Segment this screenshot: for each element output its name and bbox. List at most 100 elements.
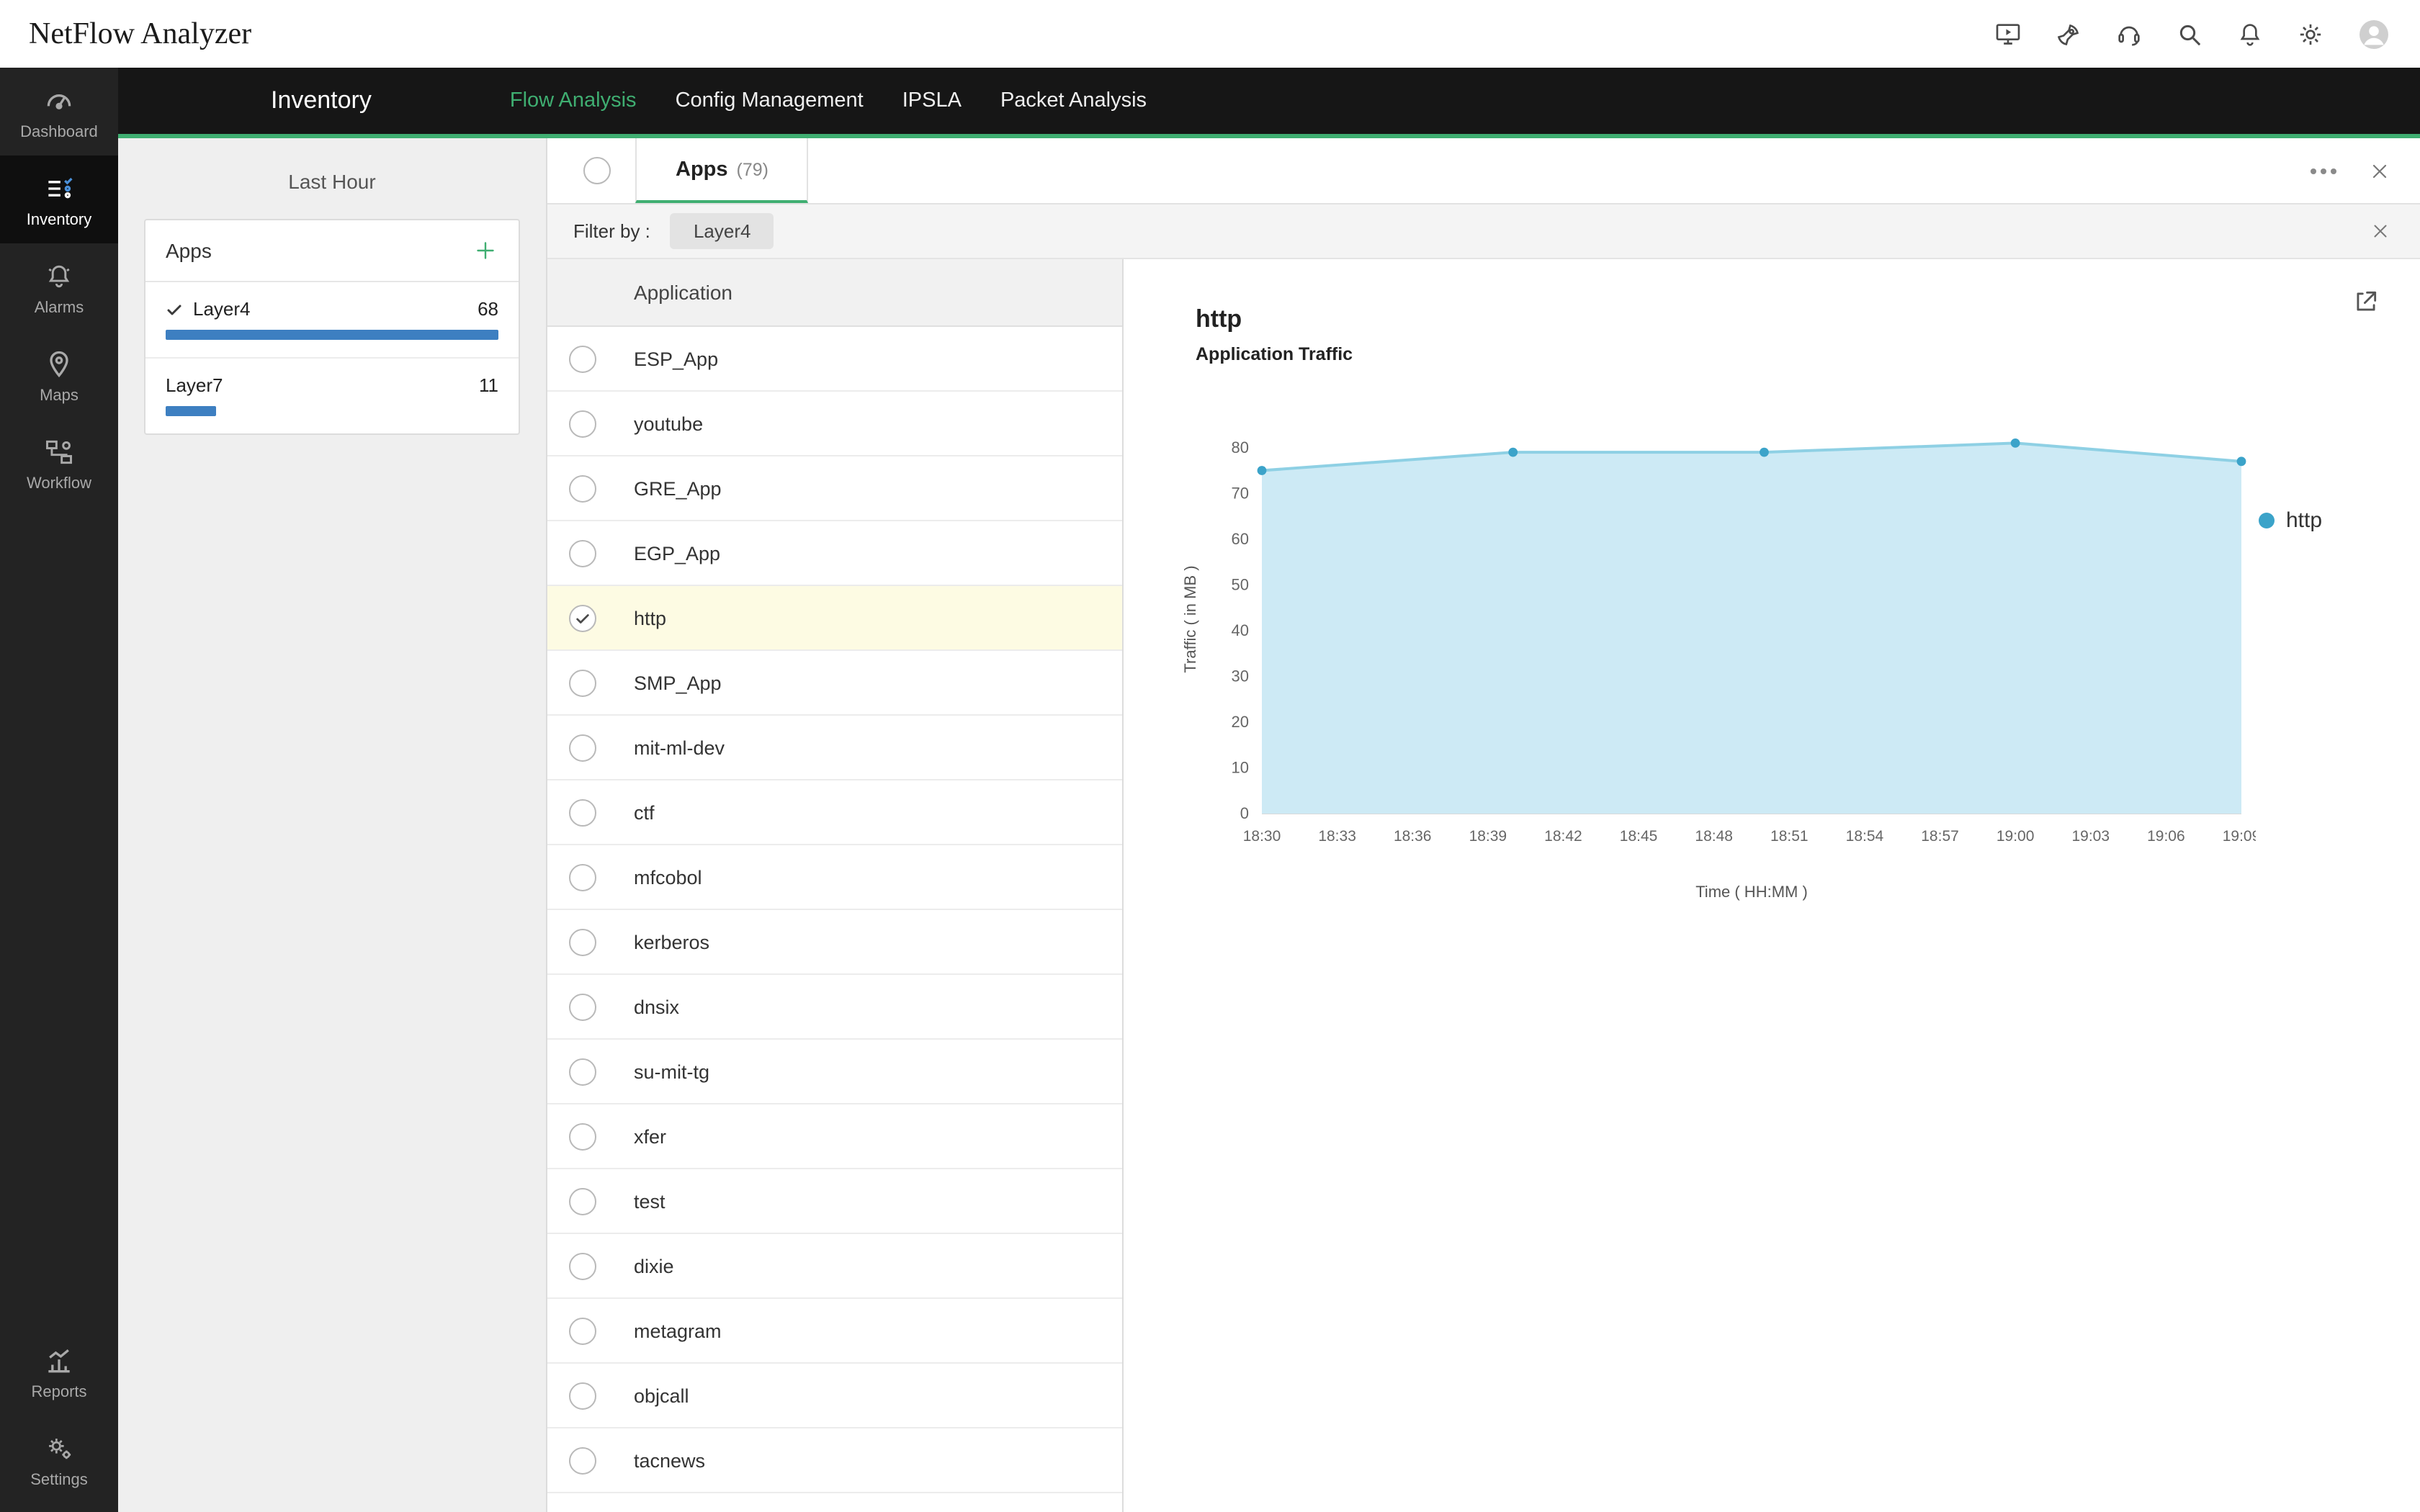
nav-tab-ipsla[interactable]: IPSLA bbox=[902, 89, 962, 112]
svg-text:18:30: 18:30 bbox=[1243, 828, 1281, 845]
topbar: NetFlow Analyzer bbox=[0, 0, 2420, 68]
table-row[interactable]: su-mit-tg bbox=[547, 1040, 1122, 1104]
sidebar-item-settings[interactable]: Settings bbox=[0, 1416, 118, 1503]
svg-text:18:51: 18:51 bbox=[1770, 828, 1809, 845]
traffic-area-chart: 0102030405060708018:3018:3318:3618:3918:… bbox=[1175, 402, 2256, 906]
row-radio[interactable] bbox=[569, 539, 596, 567]
filter-by-label: Filter by : bbox=[573, 220, 650, 242]
svg-text:18:54: 18:54 bbox=[1846, 828, 1884, 845]
table-row[interactable]: mit-ml-dev bbox=[547, 716, 1122, 780]
filter-item-layer4[interactable]: Layer468 bbox=[145, 282, 519, 359]
time-range-selector[interactable]: Last Hour bbox=[118, 138, 546, 219]
apps-card-items: Layer468 Layer711 bbox=[145, 282, 519, 416]
app-title: NetFlow Analyzer bbox=[29, 16, 251, 52]
close-tab-icon[interactable] bbox=[2368, 159, 2391, 182]
sidebar-item-alarms[interactable]: Alarms bbox=[0, 243, 118, 331]
open-in-new-icon[interactable] bbox=[2352, 288, 2380, 315]
application-name: test bbox=[634, 1190, 666, 1212]
row-radio[interactable] bbox=[569, 474, 596, 502]
sidebar-item-workflow[interactable]: Workflow bbox=[0, 419, 118, 507]
table-row[interactable]: test bbox=[547, 1169, 1122, 1234]
apps-card-header: Apps bbox=[145, 220, 519, 282]
row-checked-radio[interactable] bbox=[569, 604, 596, 631]
table-row[interactable]: dnsix bbox=[547, 975, 1122, 1040]
row-radio[interactable] bbox=[569, 1122, 596, 1150]
nav-tab-flow-analysis[interactable]: Flow Analysis bbox=[510, 89, 637, 112]
notifications-bell-icon[interactable] bbox=[2236, 19, 2264, 48]
application-column-header[interactable]: Application bbox=[547, 259, 1122, 327]
sidebar-item-label: Maps bbox=[40, 387, 79, 405]
row-radio[interactable] bbox=[569, 410, 596, 437]
table-row[interactable]: http bbox=[547, 586, 1122, 651]
table-row[interactable]: EGP_App bbox=[547, 521, 1122, 586]
alarms-icon bbox=[43, 261, 75, 292]
present-screen-icon[interactable] bbox=[1994, 19, 2022, 48]
filter-item-layer7[interactable]: Layer711 bbox=[145, 359, 519, 416]
more-options-icon[interactable] bbox=[2306, 168, 2336, 174]
select-all-checkbox[interactable] bbox=[583, 157, 611, 184]
row-radio[interactable] bbox=[569, 1058, 596, 1085]
support-headset-icon[interactable] bbox=[2115, 19, 2143, 48]
row-radio[interactable] bbox=[569, 993, 596, 1020]
inventory-icon bbox=[43, 173, 75, 204]
tab-actions bbox=[2306, 138, 2420, 203]
table-row[interactable]: GRE_App bbox=[547, 456, 1122, 521]
sidebar-item-inventory[interactable]: Inventory bbox=[0, 156, 118, 243]
row-radio[interactable] bbox=[569, 798, 596, 826]
row-radio[interactable] bbox=[569, 669, 596, 696]
work-area: Apps (79) Filter by : Layer4 bbox=[547, 138, 2420, 1512]
nav-tab-config-management[interactable]: Config Management bbox=[676, 89, 864, 112]
table-row[interactable]: xfer bbox=[547, 1104, 1122, 1169]
table-row[interactable]: SMP_App bbox=[547, 651, 1122, 716]
svg-text:50: 50 bbox=[1232, 575, 1249, 593]
row-radio[interactable] bbox=[569, 345, 596, 372]
table-row[interactable]: ctf bbox=[547, 780, 1122, 845]
left-filter-panel: Last Hour Apps Layer468 Layer711 bbox=[118, 138, 547, 1512]
row-radio[interactable] bbox=[569, 734, 596, 761]
user-avatar[interactable] bbox=[2357, 17, 2391, 51]
tab-apps[interactable]: Apps (79) bbox=[635, 138, 809, 203]
filter-item-label: Layer7 bbox=[166, 374, 223, 396]
rocket-icon[interactable] bbox=[2054, 19, 2083, 48]
clear-filter-icon[interactable] bbox=[2370, 220, 2391, 242]
row-radio[interactable] bbox=[569, 1382, 596, 1409]
sidebar-item-dashboard[interactable]: Dashboard bbox=[0, 68, 118, 156]
table-row[interactable]: objcall bbox=[547, 1364, 1122, 1428]
filter-item-top: Layer711 bbox=[166, 374, 498, 396]
nav-tab-packet-analysis[interactable]: Packet Analysis bbox=[1000, 89, 1147, 112]
sidebar-nav: Dashboard InventoryAlarms Maps Workflow bbox=[0, 68, 118, 507]
application-name: ESP_App bbox=[634, 348, 718, 369]
chart-mount: 0102030405060708018:3018:3318:3618:3918:… bbox=[1175, 402, 2256, 913]
table-row[interactable]: tacnews bbox=[547, 1428, 1122, 1493]
table-row[interactable]: metagram bbox=[547, 1299, 1122, 1364]
application-rows: ESP_AppyoutubeGRE_AppEGP_ApphttpSMP_Appm… bbox=[547, 327, 1122, 1512]
chart-legend[interactable]: http bbox=[2259, 508, 2322, 533]
table-row[interactable]: kerberos bbox=[547, 910, 1122, 975]
row-radio[interactable] bbox=[569, 1446, 596, 1474]
body-row: Dashboard InventoryAlarms Maps Workflow Rep… bbox=[0, 68, 2420, 1512]
table-chart-split: Application ESP_AppyoutubeGRE_AppEGP_App… bbox=[547, 259, 2420, 1512]
table-row[interactable]: ESP_App bbox=[547, 327, 1122, 392]
sidebar-item-label: Dashboard bbox=[20, 124, 98, 141]
application-name: objcall bbox=[634, 1385, 689, 1406]
row-radio[interactable] bbox=[569, 1187, 596, 1215]
sidebar-item-maps[interactable]: Maps bbox=[0, 331, 118, 419]
svg-text:10: 10 bbox=[1232, 758, 1249, 776]
svg-text:30: 30 bbox=[1232, 667, 1249, 685]
row-radio[interactable] bbox=[569, 1317, 596, 1344]
table-row[interactable]: dixie bbox=[547, 1234, 1122, 1299]
sidebar-item-reports[interactable]: Reports bbox=[0, 1328, 118, 1416]
row-radio[interactable] bbox=[569, 928, 596, 955]
table-row[interactable]: youtube bbox=[547, 392, 1122, 456]
application-name: dixie bbox=[634, 1255, 674, 1277]
search-icon[interactable] bbox=[2175, 19, 2204, 48]
table-row[interactable]: mfcobol bbox=[547, 845, 1122, 910]
settings-gear-icon[interactable] bbox=[2296, 19, 2325, 48]
row-radio[interactable] bbox=[569, 1252, 596, 1279]
add-filter-icon[interactable] bbox=[472, 238, 498, 264]
application-name: mit-ml-dev bbox=[634, 737, 725, 758]
row-radio[interactable] bbox=[569, 863, 596, 891]
application-name: kerberos bbox=[634, 931, 709, 953]
filter-chip-layer4[interactable]: Layer4 bbox=[671, 212, 774, 248]
application-name: tacnews bbox=[634, 1449, 705, 1471]
